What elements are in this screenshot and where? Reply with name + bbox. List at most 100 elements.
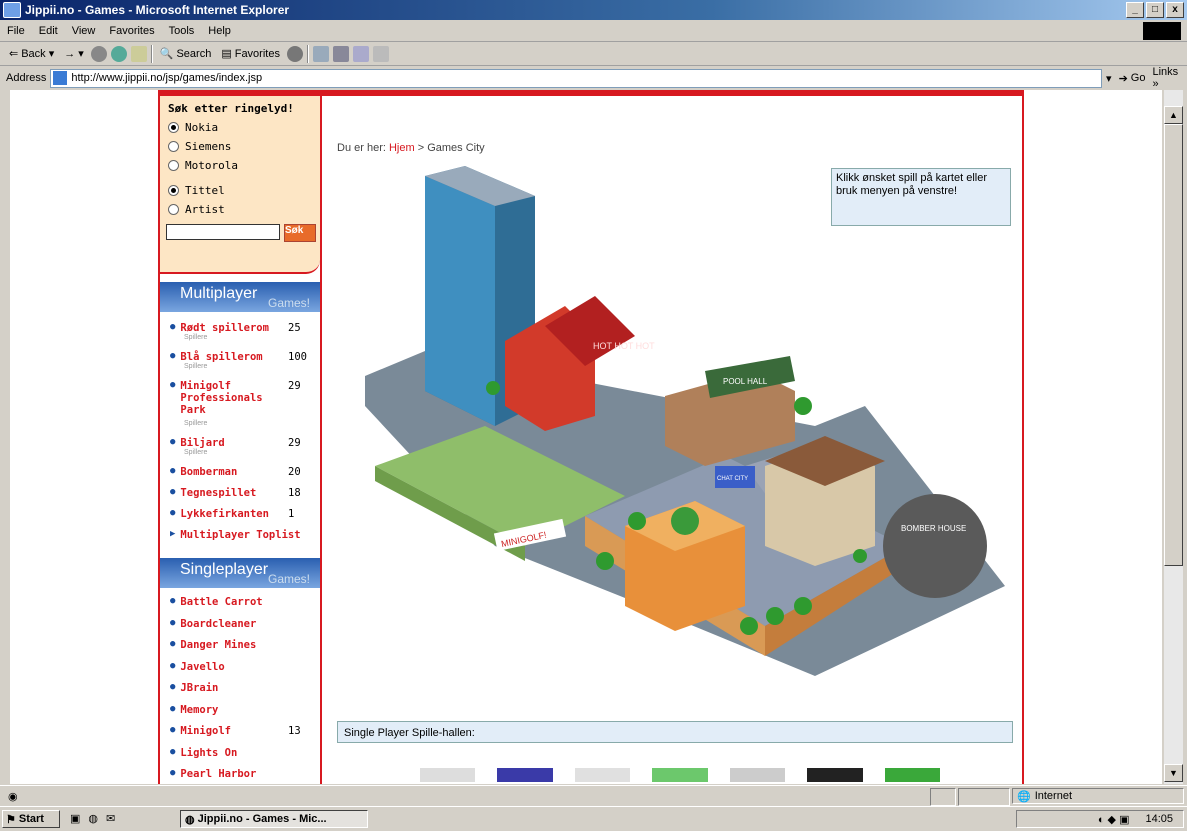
singleplayer-game-link[interactable]: ● Minigolf 13 — [170, 725, 301, 737]
forward-button[interactable]: → ▾ — [61, 47, 87, 61]
go-button[interactable]: ➔ Go — [1116, 72, 1149, 85]
left-column: Søk etter ringelyd! Nokia Siemens Motoro… — [160, 96, 322, 784]
menu-tools[interactable]: Tools — [162, 25, 202, 37]
taskbar-ie-window[interactable]: ◍ Jippii.no - Games - Mic... — [180, 810, 368, 828]
multiplayer-game-link[interactable]: ● Biljard 29 — [170, 437, 301, 449]
radio-nokia[interactable]: Nokia — [168, 121, 320, 134]
game-thumb[interactable] — [807, 768, 863, 782]
bullet-icon: ● — [170, 768, 176, 778]
multiplayer-toplist-link[interactable]: ▶ Multiplayer Toplist — [170, 529, 301, 541]
bomber-house[interactable]: BOMBER HOUSE — [883, 494, 987, 598]
singleplayer-game-link[interactable]: ● Lights On — [170, 747, 237, 759]
bullet-icon: ● — [170, 322, 176, 332]
discuss-icon[interactable] — [372, 45, 389, 62]
stop-icon[interactable] — [90, 45, 107, 62]
search-submit-button[interactable]: Søk — [284, 224, 316, 242]
singleplayer-game-link[interactable]: ● Danger Mines — [170, 639, 256, 651]
bomber-sign: BOMBER HOUSE — [901, 524, 966, 533]
scroll-thumb[interactable] — [1164, 124, 1183, 566]
arrow-icon: ▶ — [170, 529, 176, 539]
menu-help[interactable]: Help — [201, 25, 238, 37]
singleplayer-game-link[interactable]: ● Pearl Harbor — [170, 768, 256, 780]
close-button[interactable]: x — [1166, 2, 1184, 18]
history-icon[interactable] — [286, 45, 303, 62]
ie-launch-icon[interactable]: ◍ — [88, 812, 98, 825]
multiplayer-game-link[interactable]: ● Minigolf Professionals Park 29 — [170, 380, 301, 416]
ie-icon: ◍ — [185, 813, 195, 826]
gallery-building[interactable] — [765, 436, 885, 566]
singleplayer-hall-thumbnails — [420, 768, 940, 784]
address-dropdown-icon[interactable]: ▾ — [1106, 72, 1112, 85]
menu-view[interactable]: View — [65, 25, 103, 37]
desktop-icon[interactable]: ▣ — [70, 812, 80, 825]
home-icon[interactable] — [130, 45, 147, 62]
radio-artist[interactable]: Artist — [168, 203, 320, 216]
minimize-button[interactable]: _ — [1126, 2, 1144, 18]
multiplayer-game-link[interactable]: ● Bomberman 20 — [170, 466, 301, 478]
back-button[interactable]: ⇐ Back ▾ — [6, 47, 57, 61]
address-label: Address — [6, 72, 47, 84]
game-thumb[interactable] — [574, 768, 631, 782]
singleplayer-game-link[interactable]: ● Boardcleaner — [170, 618, 256, 630]
chat-city-sign[interactable]: CHAT CITY — [715, 466, 755, 488]
outlook-icon[interactable]: ✉ — [106, 812, 115, 825]
singleplayer-game-link[interactable]: ● Memory — [170, 704, 218, 716]
edit-icon[interactable] — [352, 45, 369, 62]
multiplayer-header: Multiplayer Games! — [160, 282, 320, 312]
bullet-icon: ● — [170, 725, 176, 735]
game-thumb[interactable] — [729, 768, 786, 782]
windows-flag-icon: ⚑ — [6, 813, 16, 826]
game-thumb[interactable] — [884, 768, 940, 782]
breadcrumb-home-link[interactable]: Hjem — [389, 142, 415, 154]
system-tray: ◐ ◆ ▣ 14:05 — [1016, 810, 1184, 828]
bullet-icon: ● — [170, 617, 176, 628]
player-count-label: Spillere — [184, 420, 208, 427]
favorites-button[interactable]: ▤ Favorites — [218, 47, 283, 61]
refresh-icon[interactable] — [110, 45, 127, 62]
clock: 14:05 — [1145, 813, 1173, 825]
status-zone: 🌐 Internet — [1012, 788, 1184, 804]
menu-favorites[interactable]: Favorites — [102, 25, 161, 37]
hot-sign: HOT HOT HOT — [593, 341, 655, 351]
scroll-down-icon[interactable]: ▼ — [1164, 764, 1183, 782]
ringtone-search-input[interactable] — [166, 224, 280, 240]
game-thumb[interactable] — [420, 768, 476, 782]
multiplayer-game-link[interactable]: ● Tegnespillet 18 — [170, 487, 301, 499]
search-button[interactable]: 🔍 Search — [157, 47, 215, 61]
vertical-scrollbar[interactable]: ▲ ▼ — [1164, 90, 1183, 784]
radio-tittel[interactable]: Tittel — [168, 184, 320, 197]
forward-arrow-icon: → — [64, 47, 76, 60]
singleplayer-header: Singleplayer Games! — [160, 558, 320, 588]
menu-bar: File Edit View Favorites Tools Help — [0, 20, 1187, 42]
game-thumb[interactable] — [652, 768, 708, 782]
bullet-icon: ● — [170, 660, 176, 671]
ie-icon — [3, 2, 21, 18]
singleplayer-game-link[interactable]: ● Javello — [170, 661, 225, 673]
status-bar: ◉ 🌐 Internet — [0, 785, 1187, 806]
maximize-button[interactable]: □ — [1146, 2, 1164, 18]
multiplayer-game-link[interactable]: ● Blå spillerom 100 — [170, 351, 307, 363]
bullet-icon: ● — [170, 437, 176, 447]
singleplayer-game-link[interactable]: ● Battle Carrot — [170, 596, 263, 608]
print-icon[interactable] — [332, 45, 349, 62]
games-city-map[interactable]: HOT HOT HOT POOL HALL CHAT CITY BOMBER H… — [345, 166, 1005, 706]
links-button[interactable]: Links » — [1152, 66, 1187, 90]
player-count: 100 — [288, 351, 307, 363]
bullet-icon: ● — [170, 351, 176, 361]
singleplayer-game-link[interactable]: ● JBrain — [170, 682, 218, 694]
tray-icons[interactable]: ◐ ◆ ▣ — [1098, 813, 1130, 826]
dropdown-icon: ▾ — [48, 48, 55, 60]
multiplayer-game-link[interactable]: ● Lykkefirkanten 1 — [170, 508, 294, 520]
menu-file[interactable]: File — [0, 25, 32, 37]
multiplayer-game-link[interactable]: ● Rødt spillerom 25 — [170, 322, 301, 334]
game-thumb[interactable] — [497, 768, 553, 782]
menu-edit[interactable]: Edit — [32, 25, 65, 37]
address-input[interactable]: http://www.jippii.no/jsp/games/index.jsp — [50, 68, 1103, 88]
window-title: Jippii.no - Games - Microsoft Internet E… — [25, 3, 290, 17]
player-count: 1 — [288, 508, 295, 520]
start-button[interactable]: ⚑ Start — [2, 810, 60, 828]
mail-icon[interactable] — [312, 45, 329, 62]
radio-motorola[interactable]: Motorola — [168, 159, 320, 172]
scroll-up-icon[interactable]: ▲ — [1164, 106, 1183, 124]
radio-siemens[interactable]: Siemens — [168, 140, 320, 153]
